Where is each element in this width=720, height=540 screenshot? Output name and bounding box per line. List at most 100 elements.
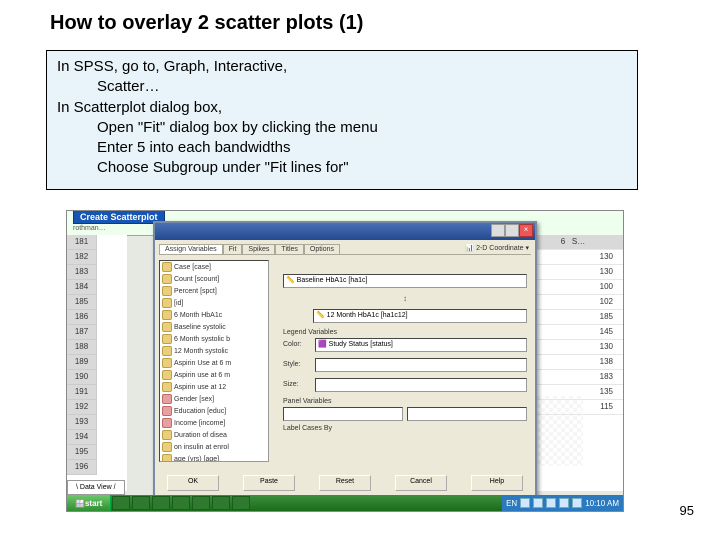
tab-assign-variables[interactable]: Assign Variables (159, 244, 223, 254)
tray-icon[interactable] (572, 498, 582, 508)
row-header[interactable]: 184 (67, 280, 97, 295)
variable-item[interactable]: Case [case] (160, 261, 268, 273)
row-header[interactable]: 183 (67, 265, 97, 280)
note-line: In Scatterplot dialog box, (57, 98, 627, 118)
tab-spikes[interactable]: Spikes (242, 244, 275, 254)
data-cell[interactable]: 130 (533, 265, 623, 280)
row-header[interactable]: 181 (67, 235, 97, 250)
row-header[interactable]: 189 (67, 355, 97, 370)
minimize-icon[interactable] (491, 224, 505, 237)
note-line: In SPSS, go to, Graph, Interactive, (57, 57, 627, 77)
legend-section-label: Legend Variables (283, 329, 527, 336)
variable-item[interactable]: age (yrs) [age] (160, 453, 268, 462)
clock[interactable]: 10:10 AM (585, 499, 619, 508)
tray-icon[interactable] (520, 498, 530, 508)
size-field[interactable] (315, 378, 527, 392)
row-header[interactable]: 193 (67, 415, 97, 430)
variable-item[interactable]: Aspirin Use at 6 m (160, 357, 268, 369)
note-line: Scatter… (57, 77, 627, 97)
start-button[interactable]: 🪟 start (67, 495, 111, 511)
var-type-icon (162, 322, 172, 332)
variable-item[interactable]: Income [income] (160, 417, 268, 429)
panel-section-label: Panel Variables (283, 398, 527, 405)
data-cell[interactable]: 138 (533, 355, 623, 370)
row-header[interactable]: 191 (67, 385, 97, 400)
var-type-icon (162, 310, 172, 320)
system-tray[interactable]: EN 10:10 AM (502, 495, 623, 511)
variable-item[interactable]: Baseline systolic (160, 321, 268, 333)
note-line: Enter 5 into each bandwidths (57, 138, 627, 158)
maximize-icon[interactable] (505, 224, 519, 237)
spss-window-title: rothman… (73, 225, 106, 232)
data-cell[interactable]: 145 (533, 325, 623, 340)
variable-item[interactable]: on insulin at enrol (160, 441, 268, 453)
y-axis-field[interactable]: 📏 Baseline HbA1c [ha1c] (283, 274, 527, 288)
variable-item[interactable]: Education [educ] (160, 405, 268, 417)
taskbar-item[interactable] (212, 496, 230, 510)
ok-button[interactable]: OK (167, 475, 219, 491)
data-cell[interactable]: 100 (533, 280, 623, 295)
variable-item[interactable]: Duration of disea (160, 429, 268, 441)
paste-button[interactable]: Paste (243, 475, 295, 491)
variable-item[interactable]: Percent [spct] (160, 285, 268, 297)
taskbar-item[interactable] (192, 496, 210, 510)
var-type-icon (162, 418, 172, 428)
row-header[interactable]: 186 (67, 310, 97, 325)
data-cell[interactable]: 185 (533, 310, 623, 325)
data-cell[interactable]: 130 (533, 250, 623, 265)
variable-list[interactable]: Case [case]Count [scount]Percent [spct][… (159, 260, 269, 462)
spss-row-headers: 1811821831841851861871881891901911921931… (67, 235, 127, 491)
data-cell[interactable]: 183 (533, 370, 623, 385)
variable-item[interactable]: Gender [sex] (160, 393, 268, 405)
note-line: Choose Subgroup under "Fit lines for" (57, 158, 627, 178)
row-header[interactable]: 185 (67, 295, 97, 310)
data-cell[interactable]: 130 (533, 340, 623, 355)
coord-selector[interactable]: 📊 2-D Coordinate ▾ (465, 244, 529, 252)
var-type-icon (162, 262, 172, 272)
color-field[interactable]: 🟪 Study Status [status] (315, 338, 527, 352)
lang-indicator[interactable]: EN (506, 499, 517, 508)
taskbar-item[interactable] (152, 496, 170, 510)
row-header[interactable]: 190 (67, 370, 97, 385)
row-header[interactable]: 194 (67, 430, 97, 445)
close-icon[interactable]: × (519, 224, 533, 237)
tab-titles[interactable]: Titles (275, 244, 303, 254)
x-axis-field[interactable]: 📏 12 Month HbA1c [ha1c12] (313, 309, 527, 323)
row-header[interactable]: 192 (67, 400, 97, 415)
taskbar-item[interactable] (232, 496, 250, 510)
data-cell[interactable]: 102 (533, 295, 623, 310)
variable-item[interactable]: Count [scount] (160, 273, 268, 285)
dialog-titlebar[interactable]: × (155, 223, 535, 240)
tray-icon[interactable] (546, 498, 556, 508)
cancel-button[interactable]: Cancel (395, 475, 447, 491)
row-header[interactable]: 188 (67, 340, 97, 355)
row-header[interactable]: 196 (67, 460, 97, 475)
variable-item[interactable]: [id] (160, 297, 268, 309)
variable-item[interactable]: 12 Month systolic (160, 345, 268, 357)
data-view-tab[interactable]: \ Data View / (67, 480, 125, 495)
instruction-note: In SPSS, go to, Graph, Interactive, Scat… (46, 50, 638, 190)
tab-fit[interactable]: Fit (223, 244, 243, 254)
reset-button[interactable]: Reset (319, 475, 371, 491)
variable-item[interactable]: 6 Month HbA1c (160, 309, 268, 321)
dialog-caption: Create Scatterplot (73, 210, 165, 224)
taskbar-item[interactable] (172, 496, 190, 510)
row-header[interactable]: 182 (67, 250, 97, 265)
variable-item[interactable]: Aspirin use at 12 (160, 381, 268, 393)
help-button[interactable]: Help (471, 475, 523, 491)
row-header[interactable]: 195 (67, 445, 97, 460)
panel-field[interactable] (407, 407, 527, 421)
tab-options[interactable]: Options (304, 244, 340, 254)
taskbar-item[interactable] (112, 496, 130, 510)
panel-field[interactable] (283, 407, 403, 421)
row-header[interactable]: 187 (67, 325, 97, 340)
note-line: Open "Fit" dialog box by clicking the me… (57, 118, 627, 138)
var-type-icon (162, 394, 172, 404)
style-field[interactable] (315, 358, 527, 372)
tray-icon[interactable] (559, 498, 569, 508)
taskbar-item[interactable] (132, 496, 150, 510)
variable-item[interactable]: Aspirin use at 6 m (160, 369, 268, 381)
variable-item[interactable]: 6 Month systolic b (160, 333, 268, 345)
var-type-icon (162, 274, 172, 284)
tray-icon[interactable] (533, 498, 543, 508)
